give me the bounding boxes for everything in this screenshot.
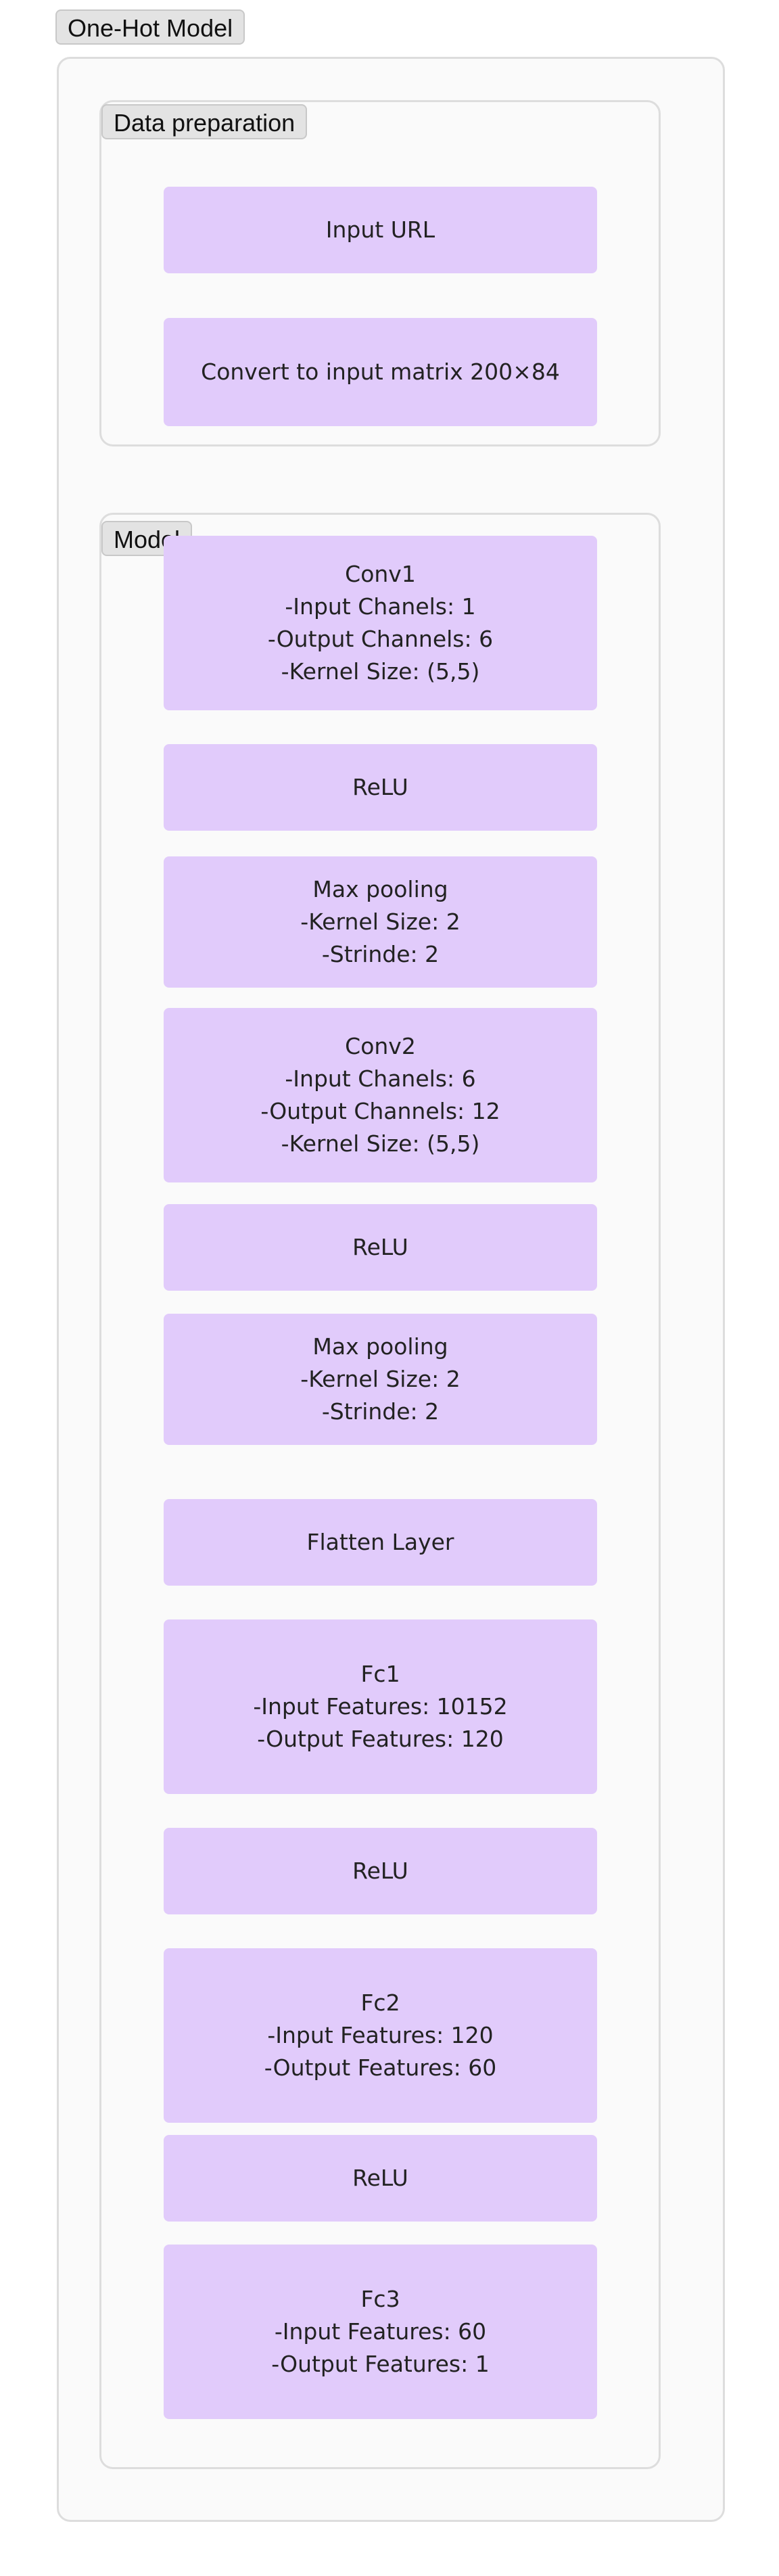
node-line: ReLU <box>352 1858 408 1884</box>
flatten-layer-node[interactable]: Flatten Layer <box>164 1499 597 1586</box>
fc3-node[interactable]: Fc3 -Input Features: 60 -Output Features… <box>164 2245 597 2419</box>
relu-node-4[interactable]: ReLU <box>164 2135 597 2222</box>
node-line: -Strinde: 2 <box>321 1398 440 1425</box>
node-line: Conv1 <box>345 561 416 587</box>
relu-node-1[interactable]: ReLU <box>164 744 597 831</box>
node-line: -Strinde: 2 <box>321 941 440 967</box>
node-line: Convert to input matrix 200×84 <box>201 359 560 385</box>
node-line: Max pooling <box>312 876 448 902</box>
relu-node-2[interactable]: ReLU <box>164 1204 597 1291</box>
node-line: -Output Features: 120 <box>257 1726 504 1752</box>
node-line: Fc1 <box>360 1661 400 1687</box>
input-url-node[interactable]: Input URL <box>164 187 597 273</box>
node-line: Fc2 <box>360 1990 400 2016</box>
node-line: -Input Features: 60 <box>274 2318 487 2345</box>
node-line: -Output Features: 60 <box>264 2054 497 2081</box>
conv1-node[interactable]: Conv1 -Input Chanels: 1 -Output Channels… <box>164 536 597 710</box>
max-pooling-node-1[interactable]: Max pooling -Kernel Size: 2 -Strinde: 2 <box>164 856 597 988</box>
max-pooling-node-2[interactable]: Max pooling -Kernel Size: 2 -Strinde: 2 <box>164 1314 597 1445</box>
node-line: -Kernel Size: 2 <box>300 1366 461 1392</box>
fc2-node[interactable]: Fc2 -Input Features: 120 -Output Feature… <box>164 1948 597 2123</box>
node-line: Conv2 <box>345 1033 416 1059</box>
node-line: -Input Chanels: 6 <box>285 1065 476 1092</box>
convert-matrix-node[interactable]: Convert to input matrix 200×84 <box>164 318 597 426</box>
node-line: -Input Features: 120 <box>267 2022 494 2048</box>
node-line: ReLU <box>352 1234 408 1260</box>
node-line: -Kernel Size: (5,5) <box>281 658 480 685</box>
node-line: ReLU <box>352 2165 408 2191</box>
node-line: -Output Channels: 12 <box>260 1098 500 1124</box>
node-line: ReLU <box>352 774 408 800</box>
node-line: -Output Channels: 6 <box>267 626 494 652</box>
node-line: -Input Features: 10152 <box>253 1693 508 1720</box>
node-line: -Output Features: 1 <box>271 2351 490 2377</box>
node-line: Max pooling <box>312 1333 448 1360</box>
node-line: Fc3 <box>360 2286 400 2312</box>
node-line: -Kernel Size: (5,5) <box>281 1130 480 1157</box>
relu-node-3[interactable]: ReLU <box>164 1828 597 1914</box>
fc1-node[interactable]: Fc1 -Input Features: 10152 -Output Featu… <box>164 1619 597 1794</box>
one-hot-model-label: One-Hot Model <box>55 9 245 45</box>
node-line: Flatten Layer <box>306 1529 454 1555</box>
node-line: -Input Chanels: 1 <box>285 593 476 620</box>
node-line: Input URL <box>325 216 435 243</box>
data-preparation-label: Data preparation <box>101 104 308 139</box>
conv2-node[interactable]: Conv2 -Input Chanels: 6 -Output Channels… <box>164 1008 597 1182</box>
node-line: -Kernel Size: 2 <box>300 908 461 935</box>
